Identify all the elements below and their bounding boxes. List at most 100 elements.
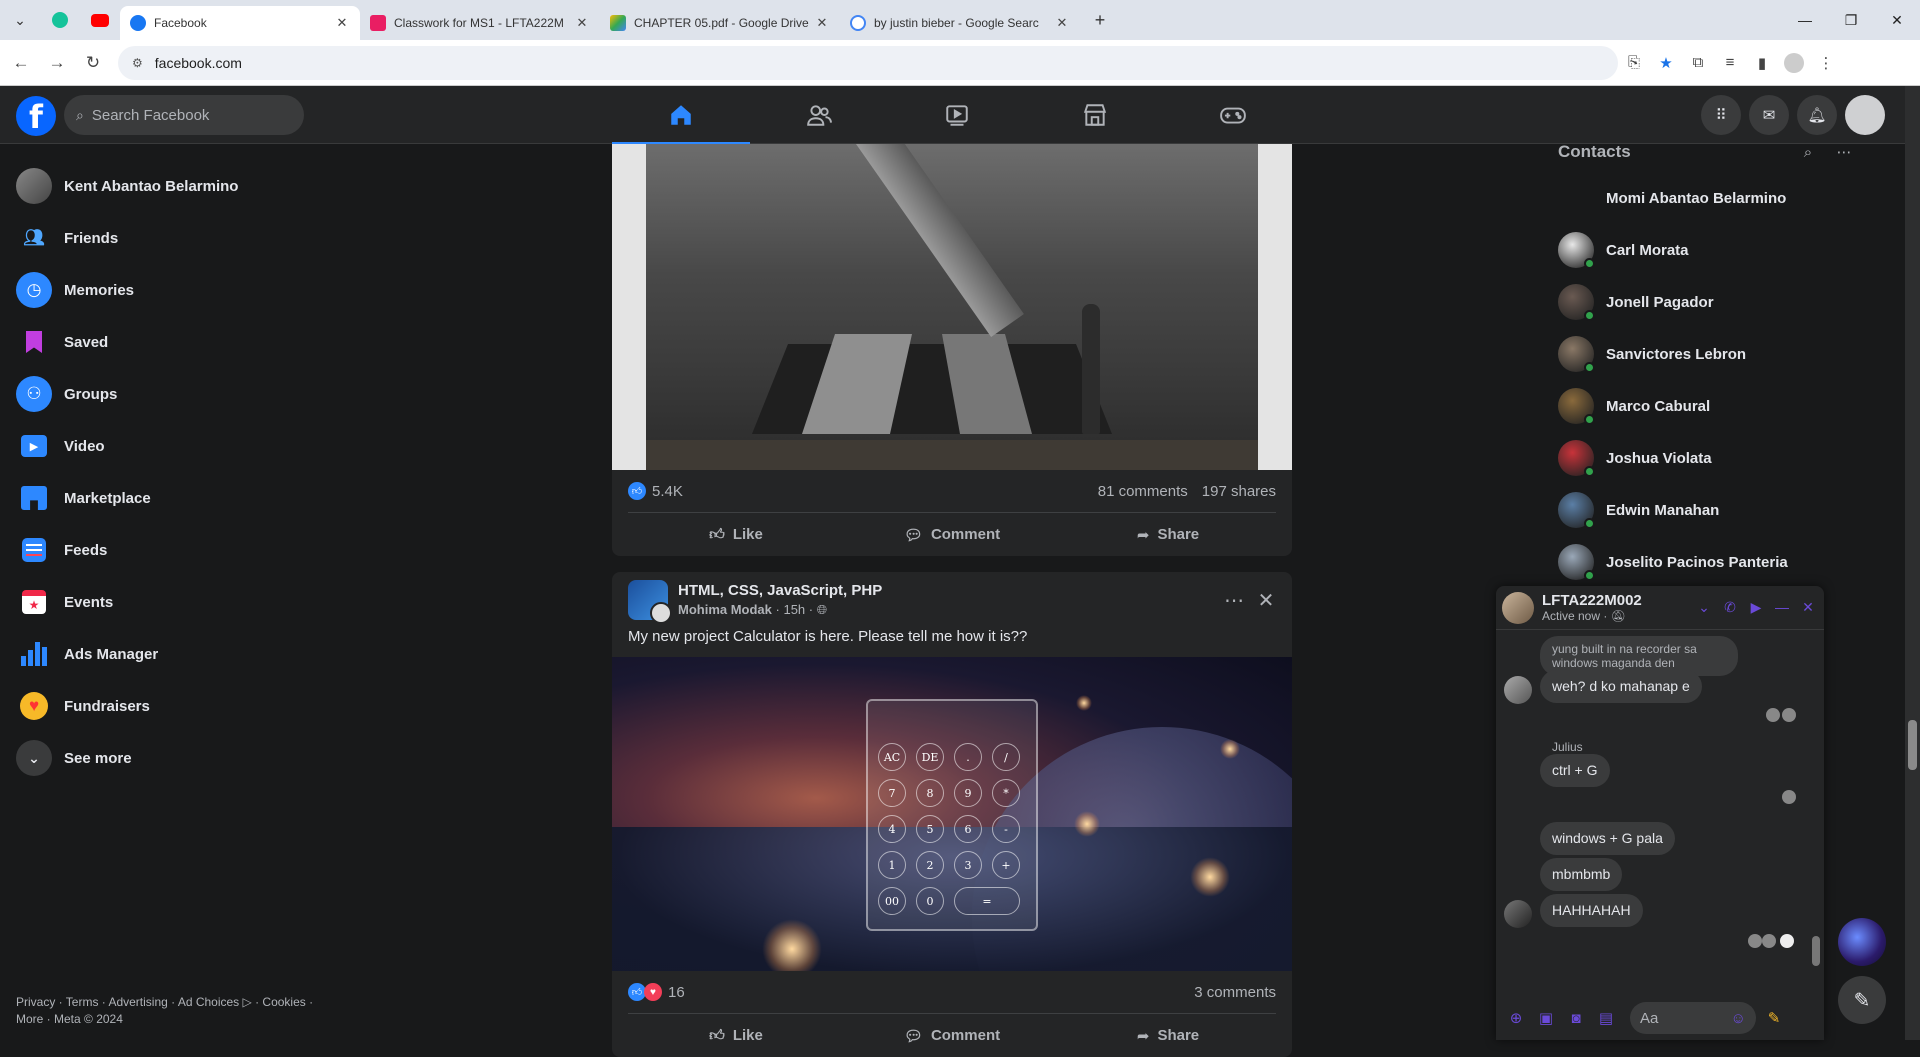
bookmark-star-icon[interactable]: ★ (1650, 54, 1682, 72)
post-time[interactable]: 15h (783, 602, 805, 617)
thumbs-up-send-icon[interactable]: ✎ (1762, 1006, 1786, 1030)
sidebar-item-friends[interactable]: 👥︎ Friends (8, 212, 308, 264)
contact-item[interactable]: Momi Abantao Belarmino (1550, 172, 1870, 224)
page-scrollbar[interactable] (1905, 86, 1920, 1040)
reload-icon[interactable]: ↻ (78, 48, 108, 78)
close-window-icon[interactable]: ✕ (1874, 0, 1920, 40)
message-bubble[interactable]: windows + G pala (1540, 822, 1675, 855)
tab-search-icon[interactable]: ⌄ (0, 0, 40, 40)
contact-item[interactable]: Jonell Pagador (1550, 276, 1870, 328)
menu-grid-icon[interactable]: ⠿ (1701, 95, 1741, 135)
close-tab-icon[interactable]: ✕ (1054, 15, 1070, 31)
site-info-icon[interactable]: ⚙ (132, 56, 143, 70)
close-tab-icon[interactable]: ✕ (814, 15, 830, 31)
emoji-icon[interactable]: ☺ (1731, 1010, 1746, 1027)
sidebar-item-feeds[interactable]: Feeds (8, 524, 308, 576)
sticker-icon[interactable]: ◙ (1564, 1006, 1588, 1030)
new-tab-button[interactable]: + (1080, 0, 1120, 40)
contact-item[interactable]: Marco Cabural (1550, 380, 1870, 432)
account-avatar[interactable] (1845, 95, 1885, 135)
comment-button[interactable]: 💬︎ Comment (844, 513, 1060, 556)
friends-tab[interactable] (750, 86, 888, 144)
contact-item[interactable]: Carl Morata (1550, 224, 1870, 276)
sender-avatar[interactable] (1504, 676, 1532, 704)
browser-menu-icon[interactable]: ⋮ (1810, 54, 1842, 72)
sidebar-item-video[interactable]: ▶ Video (8, 420, 308, 472)
address-bar[interactable]: ⚙ facebook.com (118, 45, 1618, 80)
search-icon[interactable]: ⌕ (1790, 144, 1826, 161)
page-scrollbar-thumb[interactable] (1908, 720, 1917, 770)
phone-icon[interactable]: ✆ (1720, 599, 1740, 616)
tab-facebook[interactable]: Facebook ✕ (120, 6, 360, 40)
facebook-logo-icon[interactable]: f (16, 96, 56, 136)
message-input[interactable]: Aa ☺ (1630, 1002, 1756, 1034)
sidebar-item-memories[interactable]: ◷ Memories (8, 264, 308, 316)
message-bubble[interactable]: weh? d ko mahanap e (1540, 670, 1702, 703)
share-count[interactable]: 197 shares (1202, 483, 1276, 500)
profile-icon[interactable] (1778, 52, 1810, 73)
message-bubble[interactable]: mbmbmb (1540, 858, 1623, 891)
messenger-icon[interactable]: ✉ (1749, 95, 1789, 135)
reactions-summary[interactable]: 👍︎ 5.4K (628, 482, 1084, 500)
sidebar-item-fundraisers[interactable]: ♥ Fundraisers (8, 680, 308, 732)
restore-icon[interactable]: ❐ (1828, 0, 1874, 40)
minimize-icon[interactable]: — (1782, 0, 1828, 40)
contact-item[interactable]: Sanvictores Lebron (1550, 328, 1870, 380)
sidebar-item-see-more[interactable]: ⌄ See more (8, 732, 308, 784)
minimize-chat-icon[interactable]: — (1772, 599, 1792, 616)
install-app-icon[interactable]: ⎘ (1618, 54, 1650, 71)
author-name[interactable]: Mohima Modak (678, 602, 772, 617)
pinned-tab-grammarly[interactable] (40, 0, 80, 40)
like-button[interactable]: 👍︎ Like (628, 513, 844, 556)
sidebar-item-events[interactable]: ★ Events (8, 576, 308, 628)
image-icon[interactable]: ▣ (1534, 1006, 1558, 1030)
more-options-icon[interactable]: ⋯ (1826, 143, 1862, 161)
tab-classwork[interactable]: Classwork for MS1 - LFTA222M ✕ (360, 6, 600, 40)
chat-scrollbar[interactable] (1812, 636, 1820, 982)
post-photo[interactable] (612, 144, 1292, 470)
comment-count[interactable]: 3 comments (1194, 984, 1276, 1001)
notifications-bell-icon[interactable]: 🔔︎ (1797, 95, 1837, 135)
sidebar-item-marketplace[interactable]: Marketplace (8, 472, 308, 524)
marketplace-tab[interactable] (1026, 86, 1164, 144)
sidebar-item-saved[interactable]: Saved (8, 316, 308, 368)
like-button[interactable]: 👍︎ Like (628, 1014, 844, 1057)
pinned-tab-youtube[interactable] (80, 0, 120, 40)
chat-name[interactable]: LFTA222M002 (1542, 592, 1642, 609)
post-photo[interactable]: AC DE./7 8 9 * 4 5 6-1 2 3 +00 0 = (612, 657, 1292, 971)
tab-drive[interactable]: CHAPTER 05.pdf - Google Drive ✕ (600, 6, 840, 40)
search-input[interactable]: ⌕ Search Facebook (64, 95, 304, 135)
close-tab-icon[interactable]: ✕ (574, 15, 590, 31)
chat-scrollbar-thumb[interactable] (1812, 936, 1820, 966)
home-tab[interactable] (612, 86, 750, 145)
contact-item[interactable]: Joselito Pacinos Panteria (1550, 536, 1870, 588)
comment-count[interactable]: 81 comments (1098, 483, 1188, 500)
group-name[interactable]: HTML, CSS, JavaScript, PHP (678, 582, 882, 599)
hide-post-icon[interactable]: ✕ (1252, 586, 1280, 614)
gaming-tab[interactable] (1164, 86, 1302, 144)
tab-google-search[interactable]: by justin bieber - Google Searc ✕ (840, 6, 1080, 40)
sidebar-item-groups[interactable]: ⚇ Groups (8, 368, 308, 420)
new-message-button[interactable]: ✎ (1838, 976, 1886, 1024)
back-icon[interactable]: ← (6, 48, 36, 78)
video-tab[interactable] (888, 86, 1026, 144)
chat-header[interactable]: LFTA222M002 Active now · 🔕︎ ⌄ ✆ ▶ — ✕ (1496, 586, 1824, 630)
comment-button[interactable]: 💬︎ Comment (844, 1014, 1060, 1057)
side-panel-icon[interactable]: ▮ (1746, 54, 1778, 72)
footer-links[interactable]: Privacy · Terms · Advertising · Ad Choic… (16, 994, 336, 1011)
gif-icon[interactable]: ▤ (1594, 1006, 1618, 1030)
media-controls-icon[interactable]: ≡ (1714, 54, 1746, 71)
plus-circle-icon[interactable]: ⊕ (1504, 1006, 1528, 1030)
more-options-icon[interactable]: ⋯ (1220, 586, 1248, 614)
message-bubble[interactable]: ctrl + G (1540, 754, 1610, 787)
chat-avatar[interactable] (1502, 591, 1534, 624)
extensions-icon[interactable]: ⧉ (1682, 54, 1714, 71)
forward-icon[interactable]: → (42, 48, 72, 78)
sender-avatar[interactable] (1504, 900, 1532, 928)
reactions-summary[interactable]: 👍︎ ♥ 16 (628, 983, 1180, 1001)
sidebar-item-ads-manager[interactable]: Ads Manager (8, 628, 308, 680)
contact-item[interactable]: Edwin Manahan (1550, 484, 1870, 536)
author-avatar[interactable] (650, 602, 672, 624)
chevron-down-icon[interactable]: ⌄ (1694, 599, 1714, 616)
close-chat-icon[interactable]: ✕ (1798, 599, 1818, 616)
